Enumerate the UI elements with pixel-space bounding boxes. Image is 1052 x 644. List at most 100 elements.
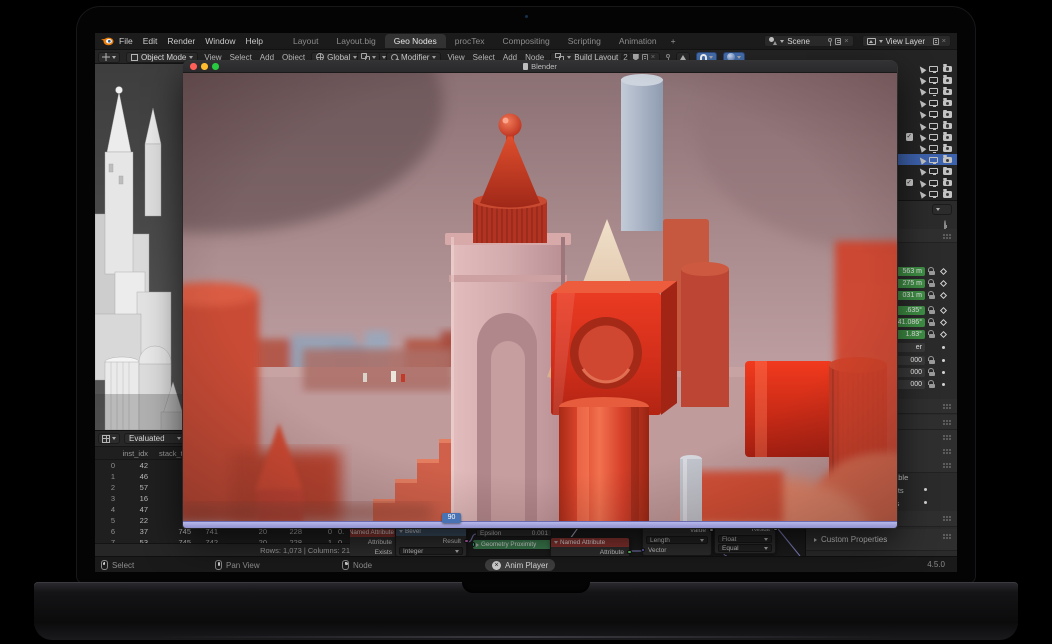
menu-render[interactable]: Render [163,36,199,46]
close-icon[interactable]: × [844,37,848,45]
render-window-titlebar[interactable]: Blender [183,61,897,73]
monitor-hide-icon[interactable] [929,77,938,83]
fake-user-shield-icon[interactable] [633,54,639,61]
keyframe-diamond-icon[interactable] [940,292,947,299]
cursor-select-icon[interactable] [916,187,927,199]
tab-proctex[interactable]: procTex [446,34,494,48]
camera-render-icon[interactable] [943,123,952,130]
keyframe-diamond-icon[interactable] [940,280,947,287]
monitor-hide-icon[interactable] [929,123,938,129]
enum-dropdown[interactable]: Integer [399,547,463,555]
camera-render-icon[interactable] [943,66,952,73]
geometry-socket[interactable] [473,542,475,547]
menu-edit[interactable]: Edit [139,36,162,46]
keyframe-diamond-icon[interactable] [940,268,947,275]
tab-layout[interactable]: Layout [284,34,328,48]
add-workspace-button[interactable]: + [666,34,681,48]
lock-icon[interactable] [929,360,935,365]
lock-icon[interactable] [929,322,935,327]
keyframe-dot-icon[interactable] [924,488,927,491]
cursor-select-icon[interactable] [916,130,927,142]
view-layer-name[interactable]: View Layer [886,37,930,46]
checkbox[interactable]: ✓ [906,133,914,141]
tab-scripting[interactable]: Scripting [559,34,610,48]
tab-compositing[interactable]: Compositing [494,34,559,48]
checkbox[interactable]: ✓ [906,179,914,187]
node-header[interactable]: Named Attribute [551,538,629,547]
editor-type-button[interactable] [98,433,120,444]
cursor-select-icon[interactable] [916,164,927,176]
epsilon-field[interactable]: Epsilon 0.001 [476,529,552,537]
panel-grip-icon[interactable] [943,449,945,451]
cursor-select-icon[interactable] [916,153,927,165]
panel-grip-icon[interactable] [943,516,945,518]
monitor-hide-icon[interactable] [929,180,938,186]
monitor-hide-icon[interactable] [929,168,938,174]
vector-socket[interactable] [641,548,646,553]
node-header[interactable]: Geometry Proximity [473,540,555,549]
camera-render-icon[interactable] [943,134,952,141]
keyframe-dot-icon[interactable] [942,359,945,362]
node-named-attribute[interactable]: Named Attribute Attribute Exists [350,527,398,556]
keyframe-diamond-icon[interactable] [940,319,947,326]
enum-dropdown[interactable]: Length [646,536,708,544]
cursor-select-icon[interactable] [916,119,927,131]
node-bevel[interactable]: Bevel Result Integer [395,526,467,556]
section-custom-properties[interactable]: Custom Properties [806,529,957,551]
monitor-hide-icon[interactable] [929,191,938,197]
frame-indicator[interactable]: 90 [442,513,461,523]
anim-player-button[interactable]: × Anim Player [485,559,555,571]
camera-render-icon[interactable] [943,89,952,96]
tab-layout-big[interactable]: Layout.big [328,34,385,48]
keyframe-dot-icon[interactable] [924,501,927,504]
monitor-hide-icon[interactable] [929,134,938,140]
node-named-attribute-2[interactable]: Named Attribute Attribute [550,537,630,556]
monitor-hide-icon[interactable] [929,111,938,117]
camera-render-icon[interactable] [943,100,952,107]
lock-icon[interactable] [929,384,935,389]
camera-render-icon[interactable] [943,146,952,153]
keyframe-diamond-icon[interactable] [940,307,947,314]
stop-icon[interactable]: × [492,561,501,570]
node-header[interactable]: Bevel [396,527,466,536]
cursor-select-icon[interactable] [916,107,927,119]
cursor-select-icon[interactable] [916,96,927,108]
table-row[interactable]: 6377457412022800. [95,527,354,538]
camera-render-icon[interactable] [943,157,952,164]
keyframe-dot-icon[interactable] [942,346,945,349]
new-scene-icon[interactable] [835,38,841,45]
panel-grip-icon[interactable] [943,463,945,465]
close-icon[interactable]: × [651,53,655,61]
pin-icon[interactable] [666,54,670,58]
keyframe-diamond-icon[interactable] [940,331,947,338]
column-header-inst-idx[interactable]: inst_idx [108,449,148,458]
monitor-hide-icon[interactable] [929,66,938,72]
menu-file[interactable]: File [115,36,137,46]
lock-icon[interactable] [929,283,935,288]
cursor-select-icon[interactable] [916,73,927,85]
cursor-select-icon[interactable] [916,142,927,154]
panel-grip-icon[interactable] [943,435,945,437]
lock-icon[interactable] [929,295,935,300]
view-layer-selector[interactable]: View Layer × [862,35,951,47]
cursor-select-icon[interactable] [916,176,927,188]
editor-type-button[interactable] [98,52,120,63]
panel-grip-icon[interactable] [943,420,945,422]
monitor-hide-icon[interactable] [929,88,938,94]
render-window[interactable]: Blender [183,61,897,528]
pin-icon[interactable] [828,38,832,42]
tab-geo-nodes[interactable]: Geo Nodes [385,34,446,48]
menu-help[interactable]: Help [241,36,266,46]
cursor-select-icon[interactable] [916,62,927,74]
camera-render-icon[interactable] [943,77,952,84]
enum-dropdown[interactable]: Equal [718,544,772,552]
node-vector-math[interactable]: Value Length Vector [642,524,712,556]
close-icon[interactable]: × [942,37,946,45]
monitor-hide-icon[interactable] [929,100,938,106]
attribute-socket[interactable] [627,550,632,555]
camera-render-icon[interactable] [943,180,952,187]
camera-render-icon[interactable] [943,111,952,118]
node-geometry-proximity[interactable]: Epsilon 0.001 Geometry Proximity [473,528,555,549]
monitor-hide-icon[interactable] [929,145,938,151]
menu-window[interactable]: Window [201,36,239,46]
